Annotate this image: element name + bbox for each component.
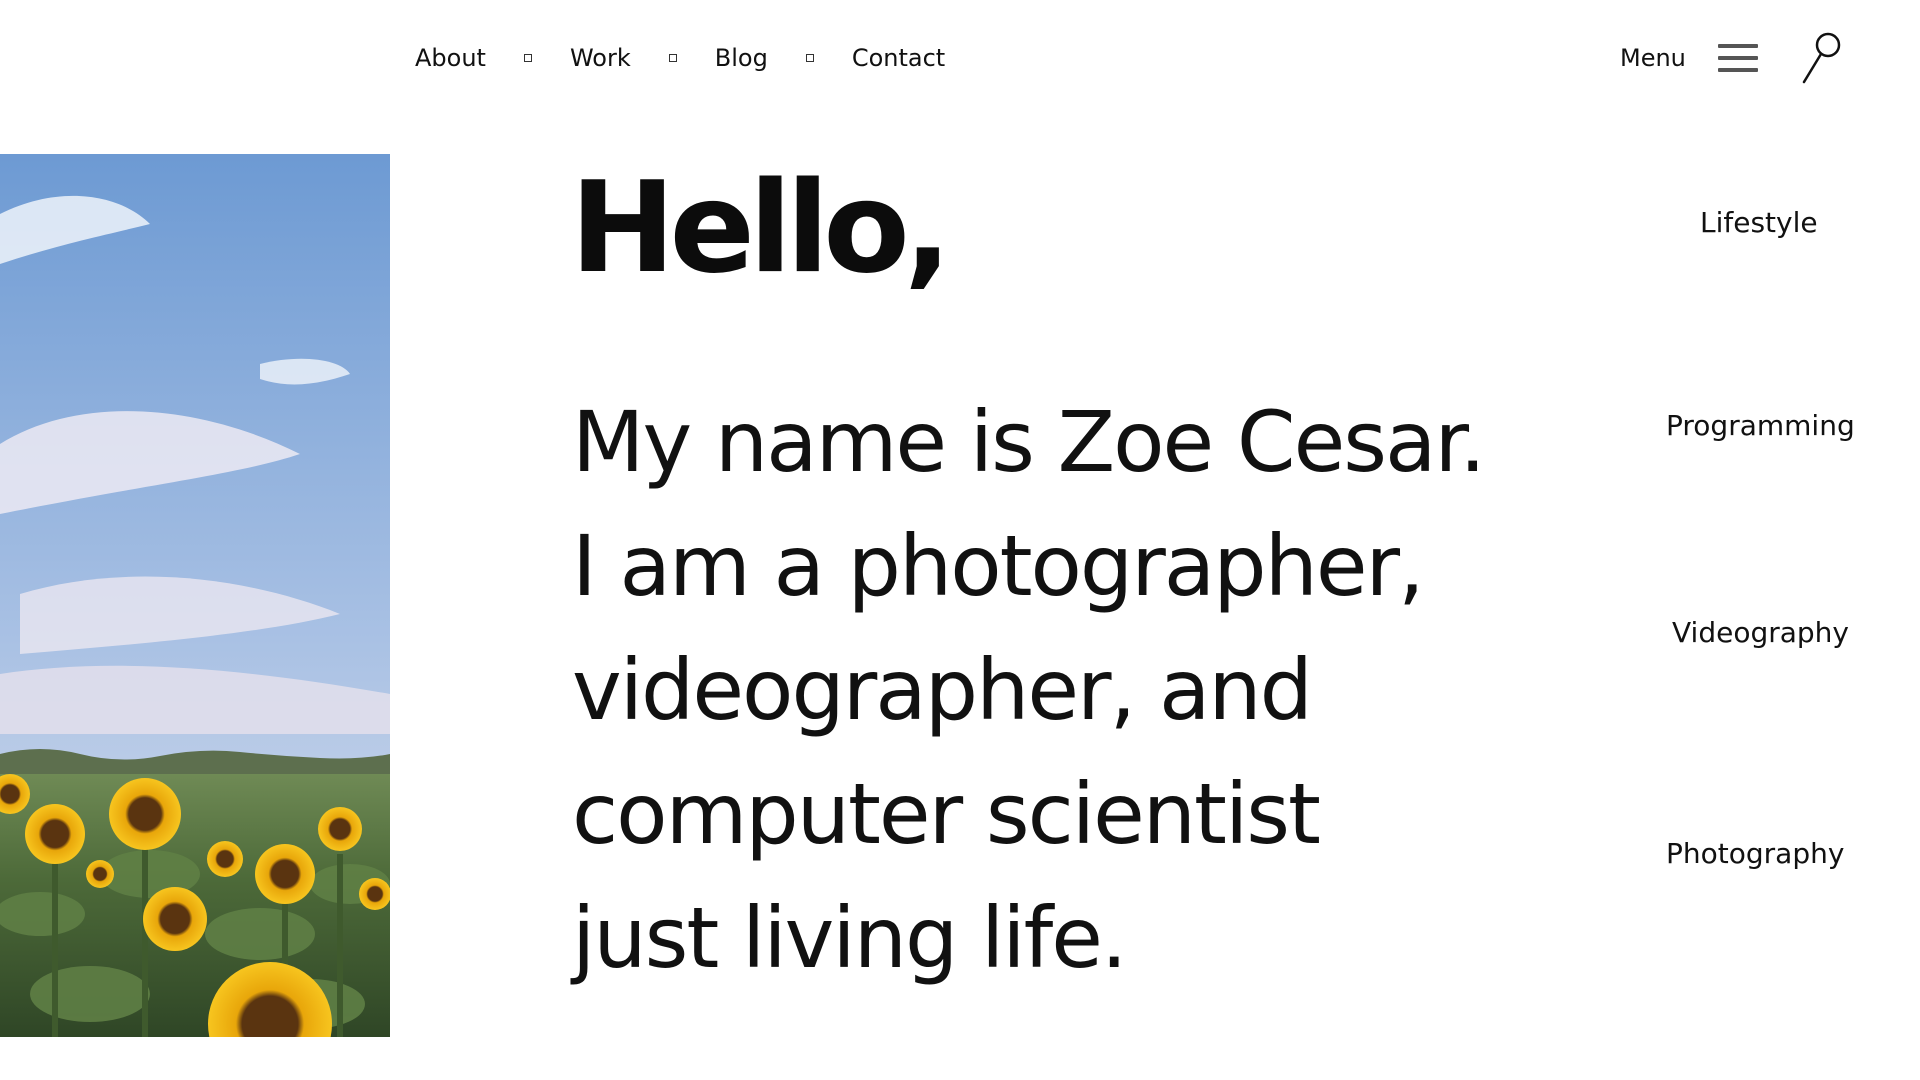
intro-paragraph: My name is Zoe Cesar. I am a photographe… <box>572 380 1522 1000</box>
top-nav: About Work Blog Contact <box>415 38 945 78</box>
nav-separator <box>668 54 677 62</box>
nav-link-about[interactable]: About <box>415 44 486 72</box>
search-icon[interactable] <box>1800 30 1844 86</box>
nav-separator <box>523 54 532 62</box>
greeting-heading: Hello, <box>570 154 952 301</box>
menu-area: Menu <box>1620 30 1844 86</box>
nav-link-work[interactable]: Work <box>570 44 631 72</box>
nav-separator <box>805 54 814 62</box>
page: About Work Blog Contact Menu Hello, My n… <box>0 0 1920 1080</box>
intro-line: videographer, and <box>572 641 1313 739</box>
intro-line: just living life. <box>572 889 1128 987</box>
hamburger-icon[interactable] <box>1717 44 1758 72</box>
intro-line: I am a photographer, <box>572 517 1425 615</box>
menu-label[interactable]: Menu <box>1620 44 1686 72</box>
nav-link-contact[interactable]: Contact <box>852 44 945 72</box>
category-link-lifestyle[interactable]: Lifestyle <box>1700 206 1818 239</box>
category-link-programming[interactable]: Programming <box>1666 409 1855 442</box>
nav-link-blog[interactable]: Blog <box>715 44 768 72</box>
hero-image <box>0 154 390 1037</box>
category-link-photography[interactable]: Photography <box>1666 837 1844 870</box>
intro-line: My name is Zoe Cesar. <box>572 393 1486 491</box>
category-link-videography[interactable]: Videography <box>1672 616 1849 649</box>
sunflower-field-photo <box>0 154 390 1037</box>
intro-line: computer scientist <box>572 765 1321 863</box>
